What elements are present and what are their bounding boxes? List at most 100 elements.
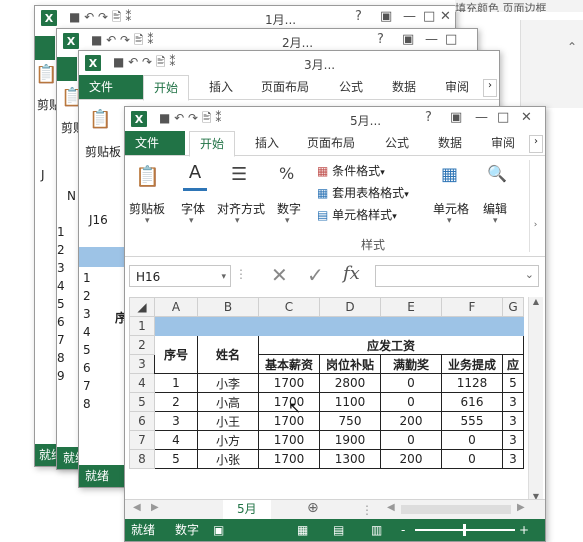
sheet-nav-left-icon[interactable]: ◀ — [133, 502, 141, 513]
col-d[interactable]: D — [319, 297, 381, 317]
cell[interactable]: 1 — [154, 373, 198, 393]
cell[interactable]: 2 — [154, 392, 198, 412]
cell[interactable]: 1700 — [258, 449, 320, 469]
chevron-down-icon[interactable]: ▾ — [221, 266, 226, 288]
cell[interactable]: 3 — [502, 430, 524, 450]
formula-input[interactable]: ⌄ — [375, 265, 539, 287]
clipboard-button[interactable]: 剪贴板 — [129, 200, 165, 217]
zoom-thumb[interactable] — [463, 524, 466, 536]
ribbon-options-icon[interactable]: ▣ — [380, 9, 392, 24]
cell[interactable]: 750 — [319, 411, 381, 431]
number-button[interactable]: 数字 — [277, 200, 301, 217]
binoculars-icon[interactable]: 🔍 — [487, 164, 507, 183]
tab-split-grip[interactable]: ⋮ — [361, 503, 373, 517]
font-button[interactable]: 字体 — [181, 200, 205, 217]
row-header[interactable]: 8 — [129, 449, 155, 469]
minimize-icon[interactable]: — — [425, 32, 438, 47]
title-fill[interactable] — [154, 316, 524, 336]
header-name[interactable]: 姓名 — [197, 335, 259, 374]
tab-insert[interactable]: 插入 — [245, 131, 289, 155]
tab-file[interactable]: 文件 — [79, 75, 145, 99]
tab-insert[interactable]: 插入 — [199, 75, 243, 99]
cell[interactable]: 小李 — [197, 373, 259, 393]
scroll-up-icon[interactable]: ⌃ — [567, 40, 577, 54]
chevron-down-icon[interactable]: ▾ — [493, 216, 498, 226]
help-icon[interactable]: ? — [377, 32, 384, 47]
cell-style-button[interactable]: ▤ 单元格样式▾ — [317, 206, 397, 223]
tab-scroll-right-icon[interactable]: › — [483, 79, 497, 97]
help-icon[interactable]: ? — [425, 110, 432, 125]
zoom-slider[interactable] — [415, 524, 515, 536]
page-layout-view-icon[interactable]: ▤ — [333, 519, 344, 541]
col-f[interactable]: F — [441, 297, 503, 317]
quick-access-icons[interactable]: ■ ↶ ↷ 🖹 ⁑ — [113, 53, 175, 74]
col-c[interactable]: C — [258, 297, 320, 317]
cells-icon[interactable]: ▦ — [441, 164, 458, 185]
tab-data[interactable]: 数据 — [428, 131, 472, 155]
hscroll-right-icon[interactable]: ▶ — [517, 502, 525, 513]
cell[interactable]: 1700 — [258, 430, 320, 450]
row-header[interactable]: 3 — [129, 354, 155, 374]
col-g[interactable]: G — [502, 297, 524, 317]
chevron-down-icon[interactable]: ▾ — [145, 216, 150, 226]
tab-home[interactable]: 开始 — [143, 75, 190, 101]
cell[interactable]: 5 — [154, 449, 198, 469]
cancel-icon[interactable]: ✕ — [271, 263, 288, 287]
row-header[interactable]: 6 — [129, 411, 155, 431]
paste-icon[interactable]: 📋 — [135, 164, 160, 188]
close-icon[interactable]: ✕ — [521, 110, 532, 125]
header-last[interactable]: 应 — [502, 354, 524, 374]
quick-access-icons[interactable]: ■ ↶ ↷ 🖹 ⁑ — [159, 109, 221, 130]
cell[interactable]: 555 — [441, 411, 503, 431]
row-header[interactable]: 5 — [129, 392, 155, 412]
cell[interactable]: 小方 — [197, 430, 259, 450]
cell[interactable]: 3 — [502, 392, 524, 412]
tab-file[interactable]: 文件 — [125, 131, 185, 155]
cell[interactable]: 1900 — [319, 430, 381, 450]
cell[interactable]: 1100 — [319, 392, 381, 412]
tab-review[interactable]: 审阅 — [481, 131, 525, 155]
ribbon-options-icon[interactable]: ▣ — [402, 32, 414, 47]
cell[interactable]: 0 — [380, 392, 442, 412]
col-a[interactable]: A — [154, 297, 198, 317]
cell[interactable]: 小王 — [197, 411, 259, 431]
tab-home[interactable]: 开始 — [189, 131, 236, 157]
cell[interactable]: 0 — [380, 373, 442, 393]
tab-review[interactable]: 审阅 — [435, 75, 479, 99]
cell[interactable]: 小高 — [197, 392, 259, 412]
file-tab-partial[interactable] — [35, 36, 55, 60]
cell[interactable]: 3 — [154, 411, 198, 431]
header-group[interactable]: 应发工资 — [258, 335, 524, 355]
header-post[interactable]: 岗位补贴 — [319, 354, 381, 374]
hscroll-left-icon[interactable]: ◀ — [387, 502, 395, 513]
sheet-grid[interactable]: ◢ A B C D E F G 1 2 序号 姓名 应发工资 3 基本薪资 岗位… — [125, 297, 545, 503]
maximize-icon[interactable]: □ — [445, 32, 457, 47]
file-tab-partial[interactable] — [57, 57, 77, 81]
sheet-tab-5月[interactable]: 5月 — [223, 500, 271, 521]
paste-icon[interactable]: 📋 — [89, 109, 111, 130]
tab-formulas[interactable]: 公式 — [329, 75, 373, 99]
minimize-icon[interactable]: — — [475, 110, 488, 125]
cell[interactable]: 1700 — [258, 373, 320, 393]
chevron-down-icon[interactable]: ▾ — [447, 216, 452, 226]
cell[interactable]: 0 — [441, 449, 503, 469]
col-e[interactable]: E — [380, 297, 442, 317]
close-icon[interactable]: ✕ — [440, 9, 451, 24]
quick-access-icons[interactable]: ■ ↶ ↷ 🖹 ⁑ — [69, 8, 131, 29]
chevron-down-icon[interactable]: ⌄ — [525, 268, 534, 281]
scroll-up-icon[interactable]: ▲ — [529, 297, 543, 306]
cell[interactable]: 200 — [380, 449, 442, 469]
align-icon[interactable]: ☰ — [231, 164, 247, 185]
header-seq[interactable]: 序号 — [154, 335, 198, 374]
maximize-icon[interactable]: □ — [423, 9, 435, 24]
page-break-view-icon[interactable]: ▥ — [371, 519, 382, 541]
row-header[interactable]: 4 — [129, 373, 155, 393]
minimize-icon[interactable]: — — [403, 9, 416, 24]
chevron-down-icon[interactable]: ▾ — [285, 216, 290, 226]
cell[interactable]: 小张 — [197, 449, 259, 469]
cell[interactable]: 2800 — [319, 373, 381, 393]
tab-layout[interactable]: 页面布局 — [297, 131, 365, 155]
table-format-button[interactable]: ▦ 套用表格格式▾ — [317, 184, 409, 201]
cell[interactable]: 1300 — [319, 449, 381, 469]
maximize-icon[interactable]: □ — [497, 110, 509, 125]
